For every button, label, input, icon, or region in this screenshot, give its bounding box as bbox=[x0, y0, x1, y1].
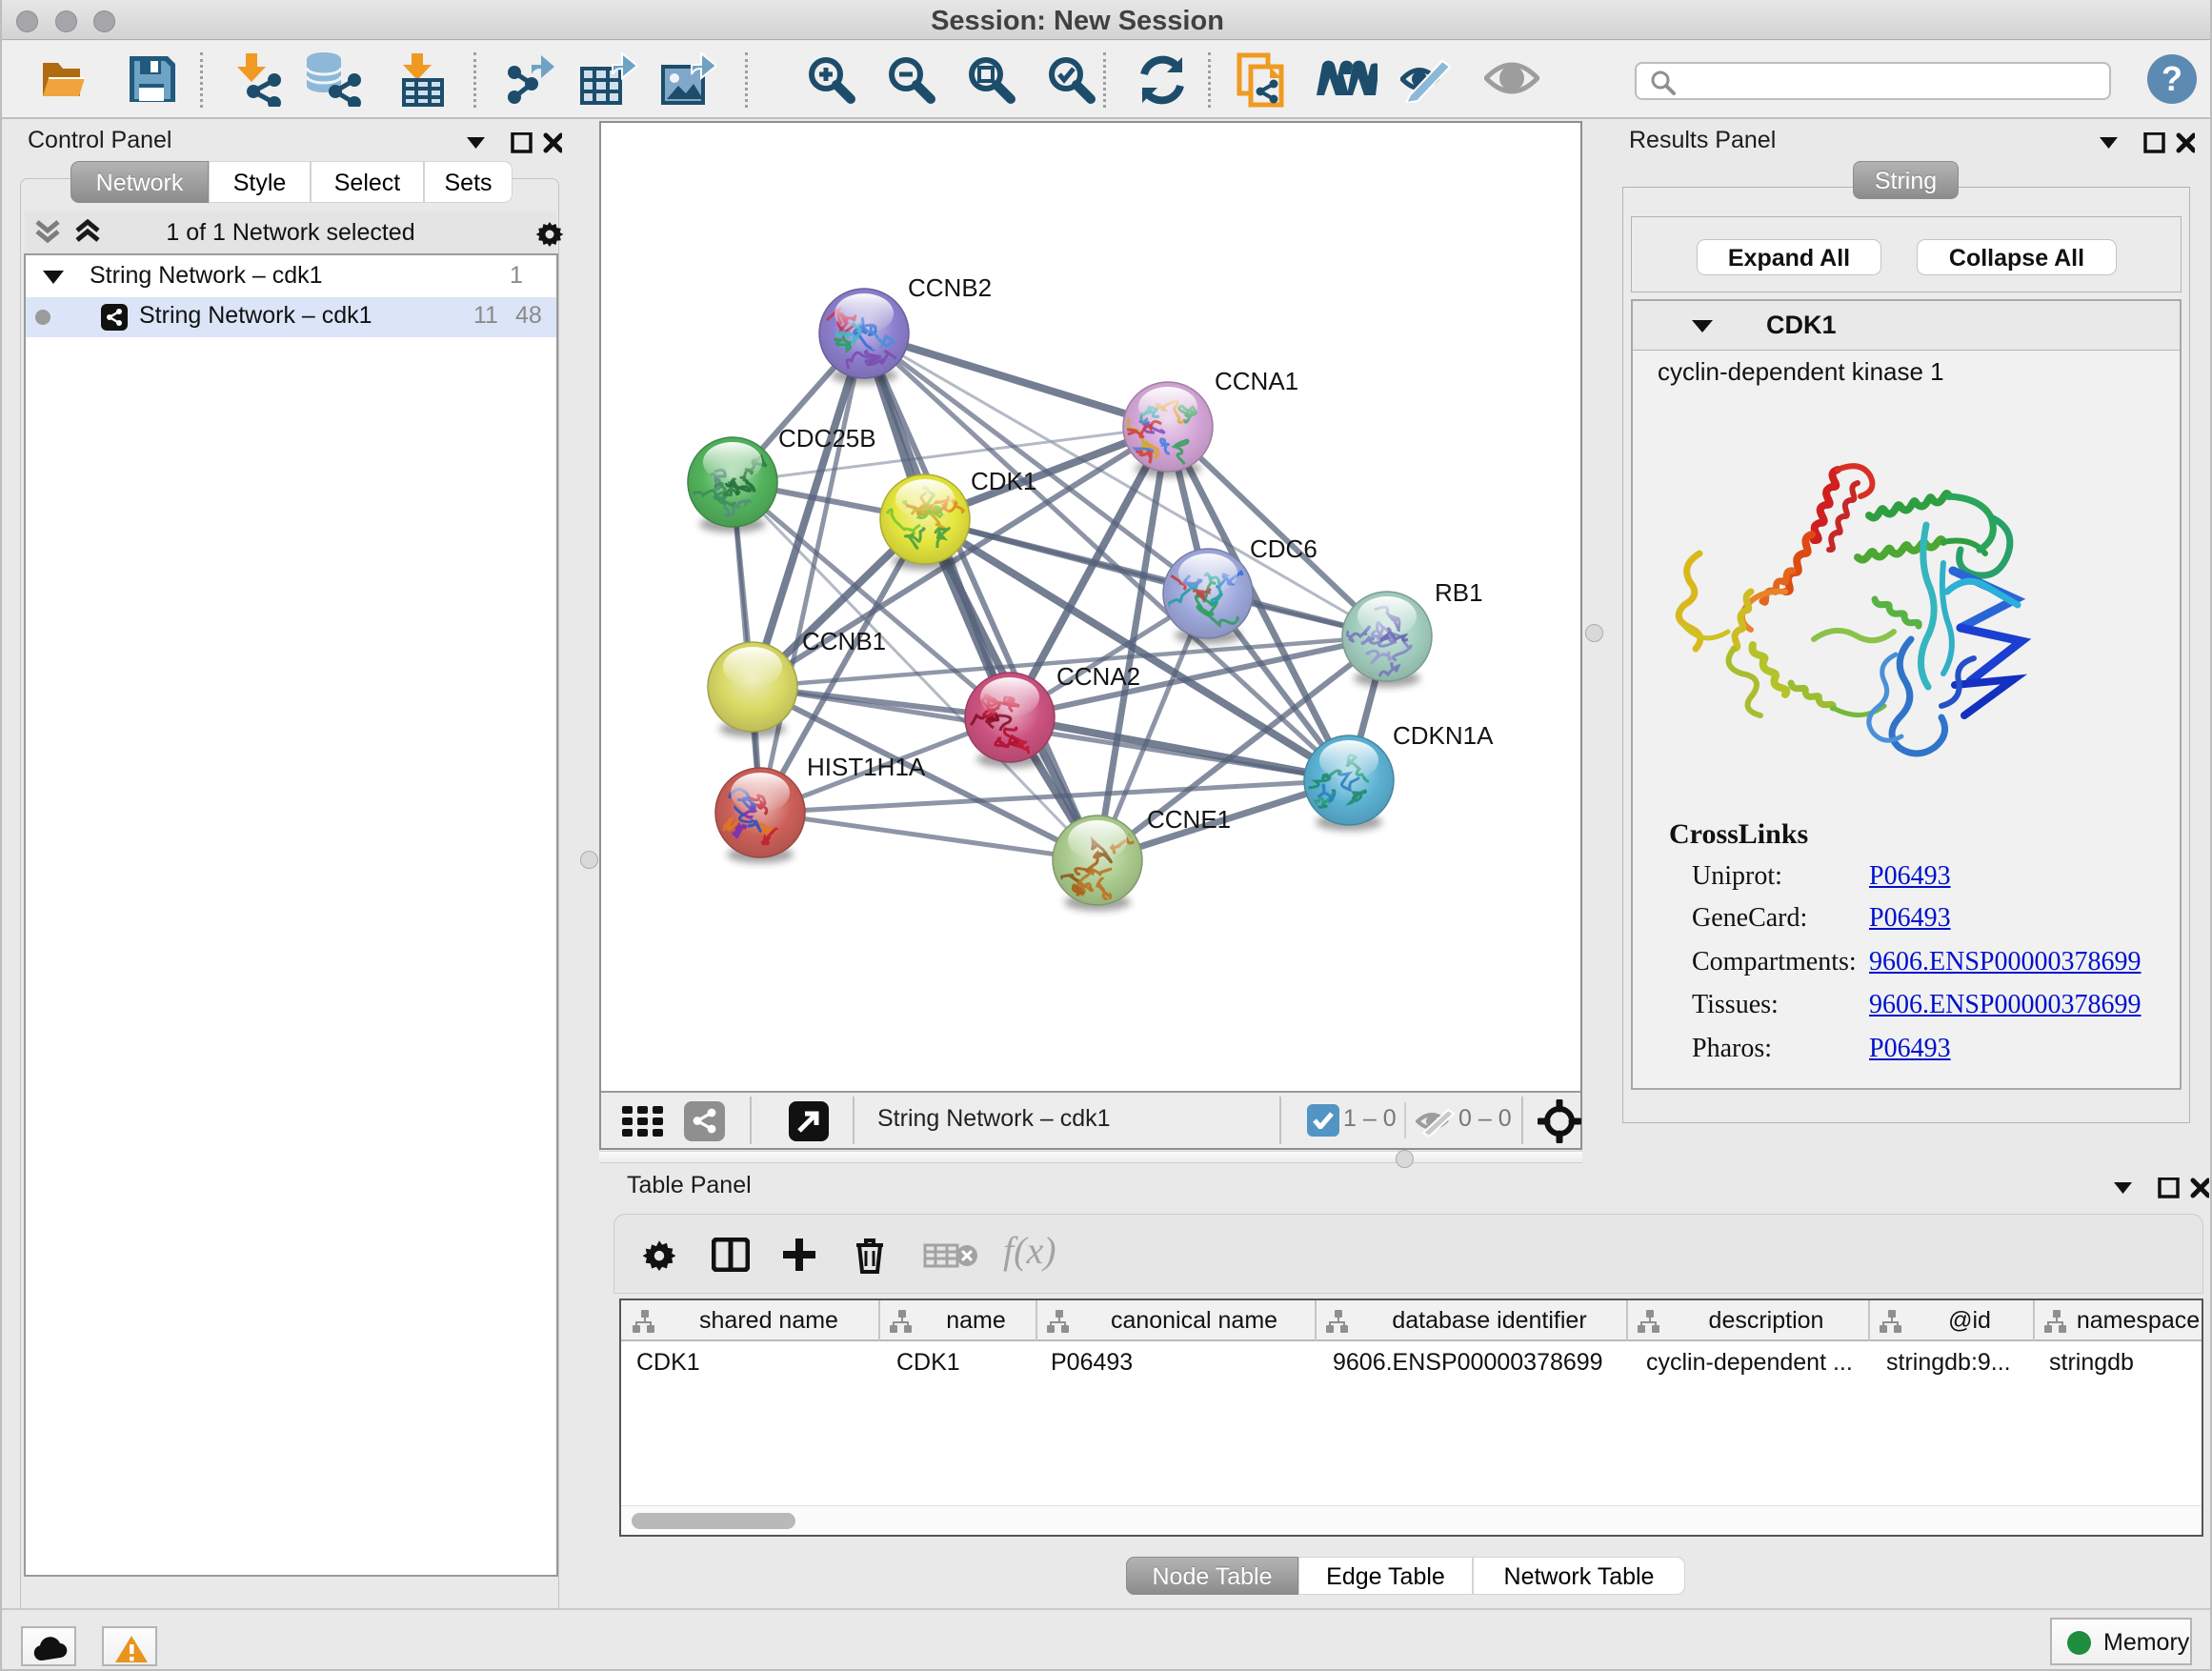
svg-text:CCNA1: CCNA1 bbox=[1215, 367, 1298, 395]
svg-text:RB1: RB1 bbox=[1435, 578, 1483, 607]
svg-text:CCNB2: CCNB2 bbox=[908, 273, 992, 302]
svg-text:CCNE1: CCNE1 bbox=[1147, 805, 1231, 834]
svg-text:HIST1H1A: HIST1H1A bbox=[807, 753, 926, 781]
svg-text:CDK1: CDK1 bbox=[971, 467, 1036, 495]
svg-text:CDKN1A: CDKN1A bbox=[1393, 721, 1494, 750]
svg-text:CCNA2: CCNA2 bbox=[1056, 662, 1140, 691]
svg-text:CDC25B: CDC25B bbox=[778, 424, 876, 453]
svg-text:CCNB1: CCNB1 bbox=[802, 627, 886, 655]
svg-text:CDC6: CDC6 bbox=[1250, 534, 1317, 563]
